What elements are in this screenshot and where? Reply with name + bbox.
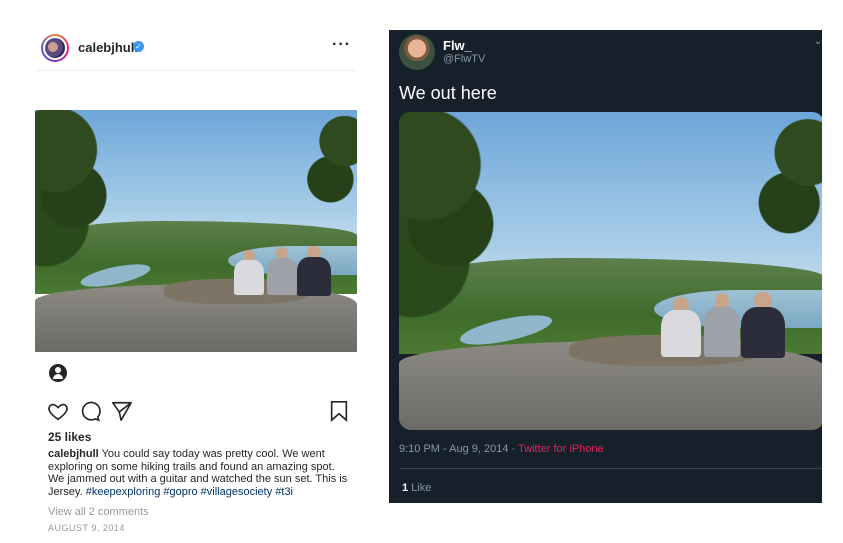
- tweet-timestamp[interactable]: 9:10 PM - Aug 9, 2014: [399, 443, 508, 455]
- verified-icon: ✓: [133, 41, 144, 52]
- tweet-text: We out here: [399, 83, 497, 103]
- view-comments-link[interactable]: View all 2 comments: [48, 506, 149, 518]
- likes-count[interactable]: 25 likes: [48, 430, 91, 444]
- heart-icon[interactable]: [47, 400, 69, 422]
- share-icon[interactable]: [111, 400, 133, 422]
- tweet-metadata: 9:10 PM - Aug 9, 2014 · Twitter for iPho…: [399, 443, 604, 455]
- username-link[interactable]: calebjhull: [78, 40, 138, 55]
- action-bar: [47, 400, 352, 424]
- divider: [399, 468, 822, 469]
- instagram-header: calebjhull ✓ ···: [35, 28, 357, 71]
- account-icon[interactable]: [49, 364, 67, 382]
- caption-username[interactable]: calebjhull: [48, 448, 99, 460]
- tweet: Flw_ @FlwTV ⌄ We out here 9:10 PM - Aug …: [389, 30, 822, 503]
- tweet-source-link[interactable]: Twitter for iPhone: [518, 443, 604, 455]
- bookmark-icon[interactable]: [329, 400, 349, 422]
- like-count[interactable]: 1 Like: [402, 482, 431, 494]
- user-handle[interactable]: @FlwTV: [443, 53, 485, 65]
- post-date: AUGUST 9, 2014: [48, 523, 125, 533]
- meta-separator: ·: [508, 443, 519, 455]
- display-name[interactable]: Flw_: [443, 38, 472, 53]
- like-label: Like: [411, 482, 432, 494]
- more-options-button[interactable]: ···: [332, 36, 351, 54]
- instagram-post: calebjhull ✓ ··· 25 likes calebjhull You…: [35, 28, 357, 533]
- caption-hashtags[interactable]: #keepexploring #gopro #villagesociety #t…: [86, 486, 293, 498]
- tweet-photo[interactable]: [399, 112, 822, 430]
- chevron-down-icon[interactable]: ⌄: [814, 36, 822, 47]
- post-photo[interactable]: [35, 110, 357, 352]
- avatar[interactable]: [41, 34, 69, 62]
- comment-icon[interactable]: [79, 400, 101, 422]
- caption: calebjhull You could say today was prett…: [48, 448, 350, 498]
- avatar[interactable]: [399, 34, 435, 70]
- like-count-number: 1: [402, 482, 409, 494]
